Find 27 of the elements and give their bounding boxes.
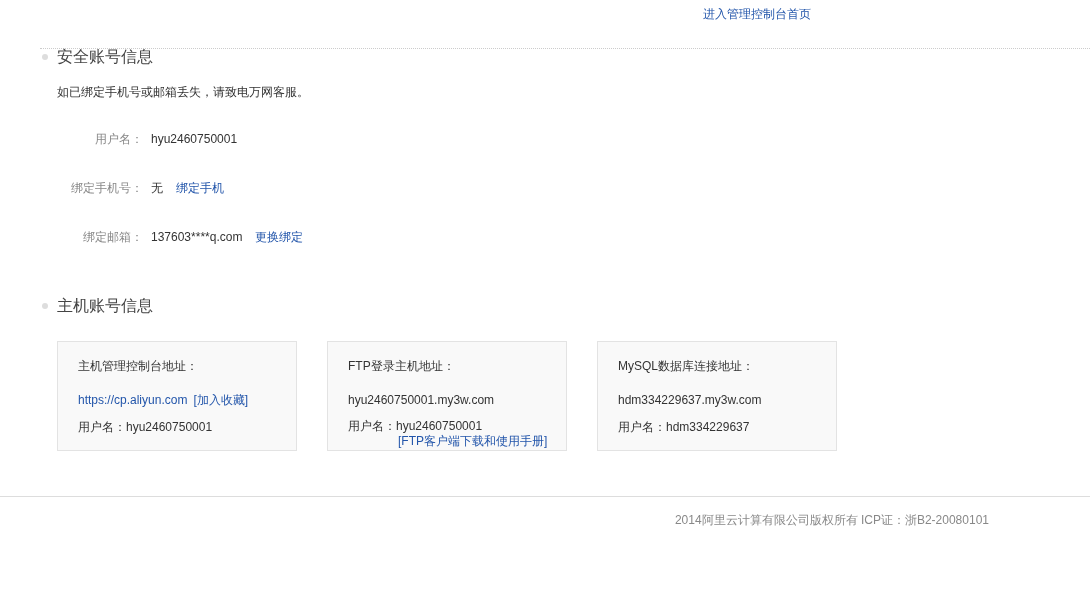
console-home-link[interactable]: 进入管理控制台首页 [703,5,811,23]
bookmark-link[interactable]: [加入收藏] [193,391,249,411]
manual-link[interactable]: [FTP客户端下载和使用手册] [398,432,548,450]
username-value: hyu2460750001 [396,418,483,435]
section-heading: 主机账号信息 [57,296,153,316]
username-value: hdm334229637 [666,419,750,436]
field-label: 用户名： [94,130,143,148]
field-label: 绑定手机号： [70,179,143,197]
address-link[interactable]: https://cp.aliyun.com [78,391,188,411]
address-text: hdm334229637.my3w.com [618,392,762,409]
card-title: MySQL数据库连接地址： [618,358,755,375]
section-heading: 安全账号信息 [57,47,153,67]
username-label: 用户名： [348,418,396,436]
action-link[interactable]: 绑定手机 [176,178,224,197]
field-value: hyu2460750001 [151,130,238,148]
notice-text: 如已绑定手机号或邮箱丢失，请致电万网客服。 [56,84,310,101]
card-title: 主机管理控制台地址： [78,358,199,375]
username-label: 用户名： [78,419,126,436]
field-value: 无 [151,179,163,197]
action-link[interactable]: 更换绑定 [255,227,304,246]
username-label: 用户名： [618,419,666,436]
username-value: hyu2460750001 [126,419,213,436]
address-text: hyu2460750001.my3w.com [348,391,495,409]
copyright-text: 2014阿里云计算有限公司版权所有 ICP证：浙B2-20080101 [674,512,989,529]
field-value: 137603****q.com [151,228,243,246]
field-label: 绑定邮箱： [82,228,143,246]
card-title: FTP登录主机地址： [348,358,456,375]
